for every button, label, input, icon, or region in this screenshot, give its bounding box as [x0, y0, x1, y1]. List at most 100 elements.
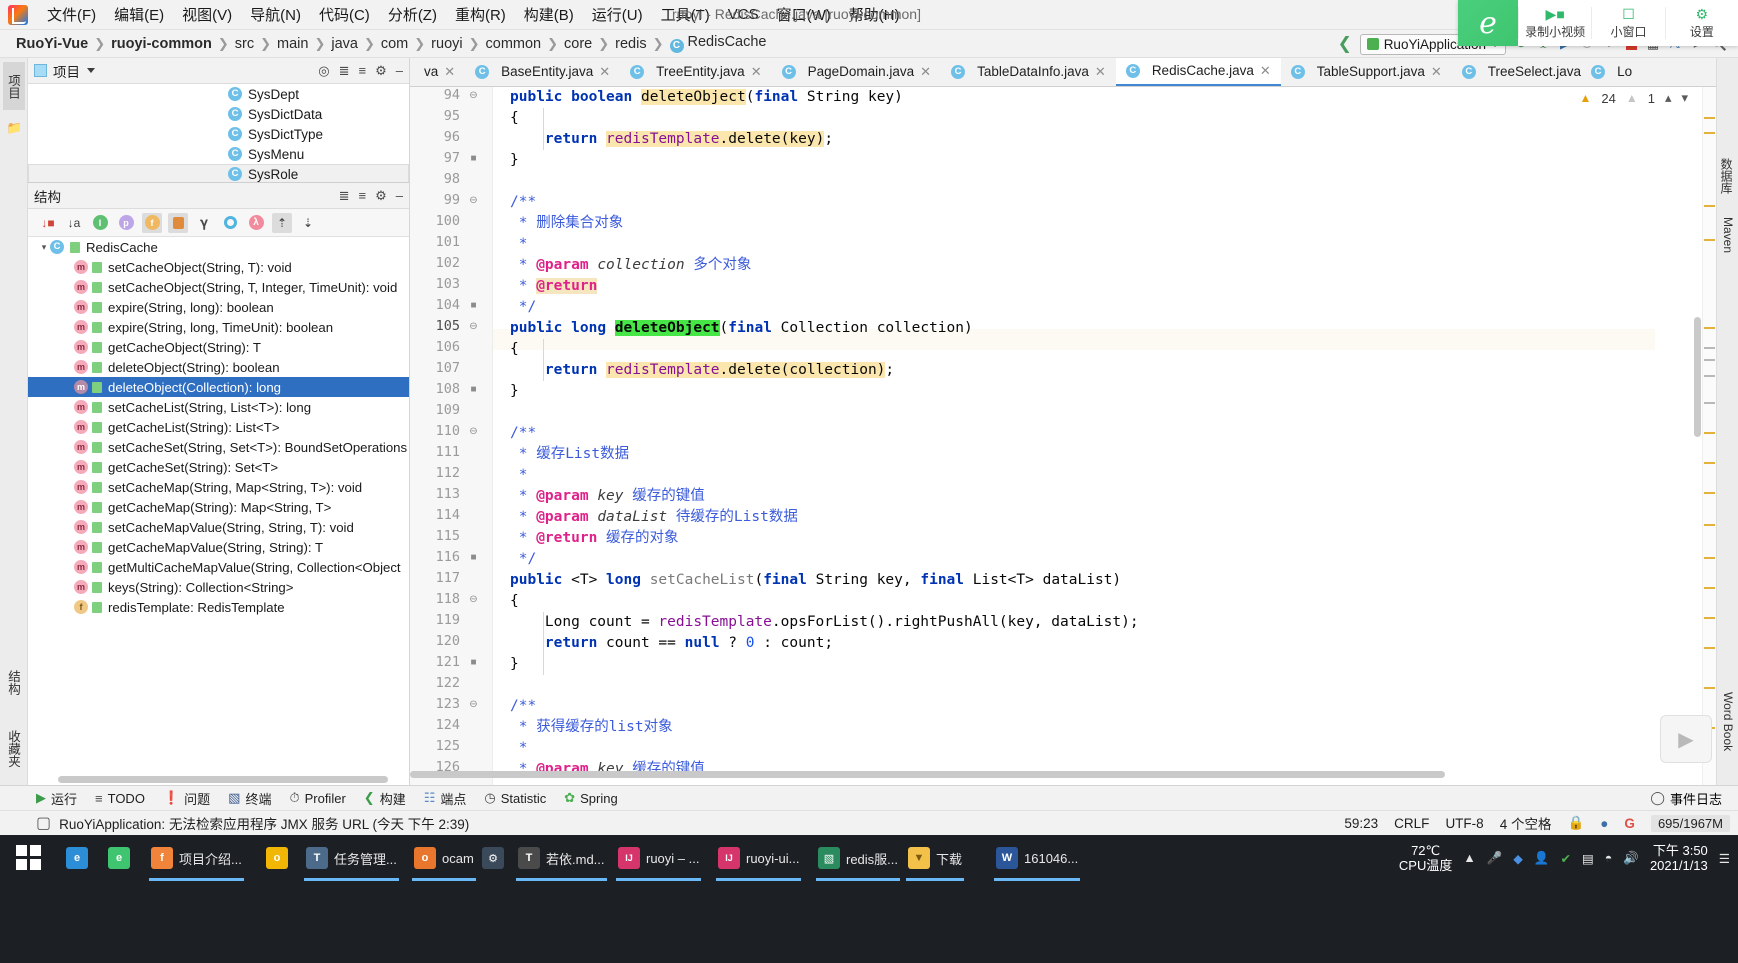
structure-hscrollbar[interactable] [58, 776, 388, 783]
bottom-item-terminal[interactable]: ▧ 终端 [228, 789, 271, 808]
chevron-down-icon[interactable]: ▾ [1681, 90, 1688, 106]
analysis-marker[interactable] [1704, 375, 1715, 377]
show-inherited-icon[interactable]: I [90, 213, 110, 233]
editor-vertical-scrollbar[interactable] [1693, 87, 1702, 785]
memory-indicator[interactable]: 695/1967M [1650, 814, 1730, 832]
search-everywhere-icon[interactable]: ❮ [1334, 33, 1356, 55]
editor-tab-treeentity[interactable]: C TreeEntity.java ✕ [620, 58, 771, 86]
close-icon[interactable]: ✕ [444, 64, 455, 80]
notification-center-icon[interactable]: ☰ [1719, 851, 1730, 866]
battery-icon[interactable]: ▤ [1582, 851, 1594, 866]
fold-marker-end[interactable]: ■ [468, 552, 479, 563]
bottom-item-spring[interactable]: ✿ Spring [564, 790, 617, 806]
collapse-all-icon[interactable]: ≡ [359, 63, 367, 78]
inspection-widget[interactable]: ▲ 24 ▲ 1 ▴ ▾ [1579, 90, 1688, 106]
bottom-item-profiler[interactable]: ⏱ Profiler [289, 790, 345, 806]
breadcrumb-item-com[interactable]: com [381, 36, 408, 52]
editor-tab-treeselect[interactable]: C TreeSelect.java [1452, 58, 1591, 86]
structure-member-row[interactable]: m getCacheMapValue(String, String): T [28, 537, 409, 557]
breadcrumb-item-redis[interactable]: redis [615, 36, 646, 52]
analysis-marker[interactable] [1704, 617, 1715, 619]
bottom-item-endpoints[interactable]: ☷ 端点 [424, 789, 467, 808]
editor-tab-baseentity[interactable]: C BaseEntity.java ✕ [465, 58, 620, 86]
menu-item-file[interactable]: 文件(F) [38, 1, 105, 28]
taskbar-item-downloads[interactable]: ▼ 下载 [902, 839, 968, 881]
fold-marker[interactable]: ⊖ [468, 195, 479, 206]
sidebar-item-wordbook[interactable]: Word Book [1718, 678, 1736, 766]
structure-member-row[interactable]: m setCacheObject(String, T, Integer, Time… [28, 277, 409, 297]
windows-start-icon[interactable] [16, 845, 42, 871]
close-icon[interactable]: ✕ [920, 64, 931, 80]
sidebar-item-database[interactable]: 数据库 [1718, 148, 1736, 204]
analysis-marker[interactable] [1704, 239, 1715, 241]
recorder-settings-button[interactable]: ⚙ 设置 [1664, 7, 1738, 39]
menu-item-edit[interactable]: 编辑(E) [105, 1, 173, 28]
show-fields-icon[interactable]: f [142, 212, 162, 233]
editor-tab-tablesupport[interactable]: C TableSupport.java ✕ [1281, 58, 1452, 86]
sidebar-item-project[interactable]: 项目 [3, 62, 25, 110]
locate-icon[interactable]: ◎ [318, 63, 329, 79]
code-editor[interactable]: 94 95 96 97 98 99 100 101 102 103 104 10… [410, 87, 1738, 785]
ide-script-icon[interactable]: ● [1600, 816, 1608, 831]
structure-member-row[interactable]: m expire(String, long, TimeUnit): boolean [28, 317, 409, 337]
analysis-marker[interactable] [1704, 462, 1715, 464]
sidebar-item-structure[interactable]: 结构 [3, 658, 25, 706]
structure-member-row[interactable]: m setCacheMapValue(String, String, T): vo… [28, 517, 409, 537]
analysis-marker[interactable] [1704, 347, 1715, 349]
gear-icon[interactable]: ⚙ [375, 63, 387, 79]
structure-member-row[interactable]: m expire(String, long): boolean [28, 297, 409, 317]
structure-member-row[interactable]: m getCacheSet(String): Set<T> [28, 457, 409, 477]
bottom-item-event-log[interactable]: ◯ 事件日志 [1650, 789, 1722, 808]
fold-marker[interactable]: ⊖ [468, 90, 479, 101]
analysis-marker[interactable] [1704, 647, 1715, 649]
taskbar-item-idea-ruoyi-ui[interactable]: IJ ruoyi-ui... [712, 839, 805, 881]
bottom-item-todo[interactable]: ≡ TODO [95, 791, 145, 806]
sidebar-item-favorites[interactable]: 收藏夹 [3, 718, 25, 780]
close-icon[interactable]: ✕ [1260, 63, 1271, 79]
breadcrumb-item-core[interactable]: core [564, 36, 592, 52]
show-anonymous-icon[interactable]: 𝛄 [194, 213, 214, 233]
breadcrumb-item-module[interactable]: ruoyi-common [111, 36, 212, 52]
google-icon[interactable]: G [1624, 816, 1635, 831]
mini-window-button[interactable]: ☐ 小窗口 [1591, 7, 1664, 39]
analysis-marker[interactable] [1704, 327, 1715, 329]
dropbox-icon[interactable]: ◆ [1513, 851, 1523, 866]
editor-tab-tabledatainfo[interactable]: C TableDataInfo.java ✕ [941, 58, 1116, 86]
taskbar-item-settings[interactable]: ⚙ [476, 839, 510, 877]
project-tree-item[interactable]: C SysDictData [28, 104, 409, 124]
chevron-up-icon[interactable]: ▴ [1665, 90, 1672, 106]
show-non-public-icon[interactable] [168, 212, 188, 233]
expand-all-icon[interactable]: ≣ [339, 63, 350, 79]
fold-marker-end[interactable]: ■ [468, 384, 479, 395]
project-tree-item[interactable]: C SysDictType [28, 124, 409, 144]
analysis-marker[interactable] [1704, 492, 1715, 494]
menu-item-analyze[interactable]: 分析(Z) [379, 1, 446, 28]
structure-member-row[interactable]: m setCacheMap(String, Map<String, T>): vo… [28, 477, 409, 497]
close-icon[interactable]: ✕ [599, 64, 610, 80]
project-tree-item[interactable]: C SysDept [28, 84, 409, 104]
chevron-up-icon[interactable]: ▲ [1463, 851, 1475, 865]
analysis-marker[interactable] [1704, 402, 1715, 404]
fold-marker[interactable]: ⊖ [468, 426, 479, 437]
autoscroll-from-source-icon[interactable]: ⇣ [298, 213, 318, 233]
project-tree-item[interactable]: C SysMenu [28, 144, 409, 164]
analysis-marker[interactable] [1704, 432, 1715, 434]
editor-horizontal-scrollbar[interactable] [410, 770, 1445, 779]
close-icon[interactable]: ✕ [751, 64, 762, 80]
analysis-marker[interactable] [1704, 117, 1715, 119]
bottom-item-problems[interactable]: ❗ 问题 [163, 789, 210, 808]
gear-icon[interactable]: ⚙ [375, 188, 387, 204]
structure-member-row[interactable]: m getCacheMap(String): Map<String, T> [28, 497, 409, 517]
project-folder-icon[interactable]: 📁 [3, 116, 25, 138]
bottom-item-run[interactable]: ▶ 运行 [36, 789, 77, 808]
structure-member-row[interactable]: m setCacheSet(String, Set<T>): BoundSetOp… [28, 437, 409, 457]
structure-root-row[interactable]: ▾ C RedisCache [28, 237, 409, 257]
breadcrumb-item-src[interactable]: src [235, 36, 254, 52]
group-methods-icon[interactable] [220, 213, 240, 233]
structure-member-row[interactable]: m keys(String): Collection<String> [28, 577, 409, 597]
code-text-area[interactable]: public boolean deleteObject(final String… [493, 87, 1738, 785]
menu-item-navigate[interactable]: 导航(N) [241, 1, 310, 28]
breadcrumb-item-java[interactable]: java [331, 36, 358, 52]
sort-by-visibility-icon[interactable]: ↓■ [38, 213, 58, 233]
bottom-item-build[interactable]: ❮ 构建 [364, 789, 406, 808]
